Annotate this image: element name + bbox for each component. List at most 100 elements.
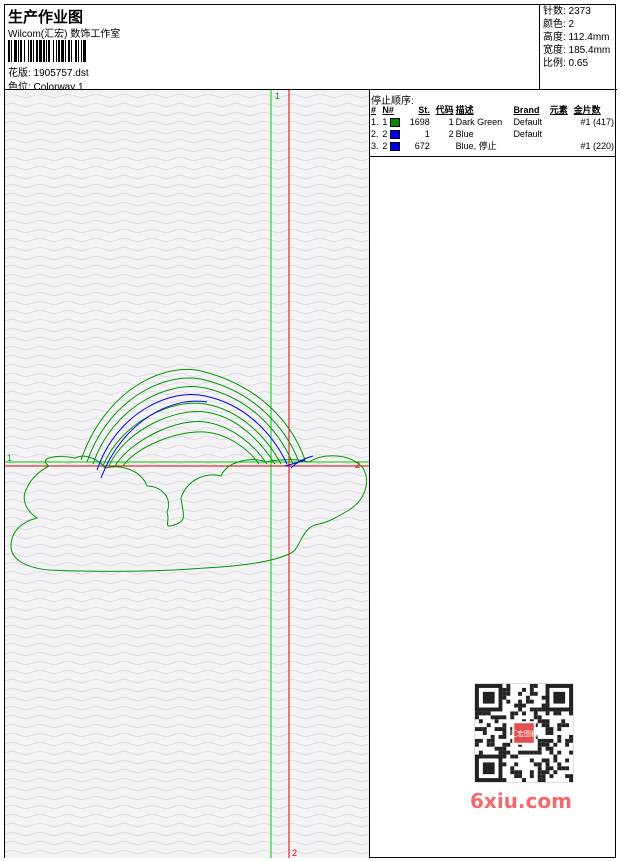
col-sequins: 金片数 [573, 105, 601, 115]
row-desc: Blue [455, 129, 474, 139]
row-code [431, 140, 455, 152]
row-sequins [573, 128, 615, 140]
qr-module [518, 691, 523, 696]
barcode-bar [56, 40, 57, 62]
qr-module [518, 699, 523, 704]
qr-module [490, 715, 495, 720]
qr-module [502, 746, 507, 751]
qr-module [533, 762, 538, 767]
qr-module [545, 723, 550, 728]
row-element [549, 116, 573, 128]
color-swatch [389, 118, 400, 128]
qr-module [486, 742, 491, 747]
qr-module [533, 750, 538, 755]
qr-module [541, 738, 546, 743]
qr-module [541, 719, 546, 724]
qr-module [569, 778, 573, 782]
qr-module [490, 734, 495, 739]
qr-module [537, 707, 542, 712]
barcode-bar [78, 40, 79, 62]
row-index: 3. [371, 141, 379, 151]
barcode-bar [30, 40, 32, 62]
stat-stitches: 针数: 2373 [543, 6, 591, 17]
qr-module [553, 711, 558, 716]
qr-module [529, 774, 534, 779]
qr-module [545, 758, 550, 763]
barcode-bar [8, 40, 10, 62]
col-st: St. [418, 105, 430, 115]
color-swatch [389, 130, 400, 140]
qr-module [553, 742, 558, 747]
qr-module [522, 687, 526, 692]
barcode-bar [36, 40, 38, 62]
qr-module [522, 703, 526, 708]
table-row[interactable]: 3. 2 672 Blue, 停止 #1 (220) [370, 140, 615, 152]
qr-module [486, 711, 491, 716]
row-sequins: #1 (417) [580, 117, 614, 127]
qr-module [490, 738, 495, 743]
qr-module [537, 774, 542, 779]
qr-module [529, 687, 534, 692]
qr-module [506, 687, 511, 692]
qr-module [557, 711, 562, 716]
qr-module [498, 750, 503, 755]
sequence-header-row: # N# St. 代码 描述 Brand 元素 金片数 [370, 104, 615, 116]
fabric-texture [5, 90, 369, 858]
stat-scale: 比例: 0.65 [543, 58, 589, 69]
table-row[interactable]: 2. 2 1 2 Blue Default [370, 128, 615, 140]
table-row[interactable]: 1. 1 1698 1 Dark Green Default #1 (417) [370, 116, 615, 128]
barcode-bar [75, 40, 77, 62]
qr-module [569, 774, 573, 779]
row-sequins: #1 (220) [580, 141, 614, 151]
qr-module [537, 750, 542, 755]
qr-module [506, 742, 511, 747]
barcode [8, 40, 86, 62]
watermark-text: 6xiu.com [470, 789, 572, 813]
qr-module [478, 727, 483, 732]
qr-module [549, 731, 554, 735]
qr-module [549, 738, 554, 743]
qr-module [486, 723, 491, 728]
barcode-bar [58, 40, 60, 62]
barcode-bar [46, 40, 47, 62]
qr-module [557, 727, 562, 732]
qr-module [541, 707, 546, 712]
qr-module [482, 711, 487, 716]
barcode-bar [83, 40, 86, 62]
qr-module [506, 699, 511, 704]
qr-module [475, 711, 479, 716]
qr-module [533, 684, 538, 688]
qr-module [514, 711, 519, 716]
qr-module [537, 719, 542, 724]
qr-module [525, 699, 530, 704]
qr-module [545, 766, 550, 771]
qr-module [561, 766, 566, 771]
qr-module [553, 758, 558, 763]
barcode-bar [24, 40, 25, 62]
qr-module [514, 774, 519, 779]
design-canvas[interactable]: 1 1 2 2 [5, 90, 369, 858]
col-element: 元素 [549, 105, 568, 115]
barcode-bar [53, 40, 54, 62]
qr-module [502, 734, 507, 739]
qr-module [569, 711, 573, 716]
qr-module [549, 727, 554, 732]
stat-width: 宽度: 185.4mm [543, 45, 611, 56]
qr-module [506, 684, 511, 688]
qr-module [502, 723, 507, 728]
row-brand: Default [513, 117, 542, 127]
row-brand: Default [513, 129, 542, 139]
qr-module [533, 707, 538, 712]
row-element [549, 128, 573, 140]
barcode-bar [39, 40, 42, 62]
qr-module [537, 715, 542, 720]
barcode-bar [28, 40, 29, 62]
qr-module [502, 731, 507, 735]
qr-module [478, 711, 483, 716]
qr-module [541, 774, 546, 779]
row-n: 2 [381, 128, 404, 140]
qr-module [475, 715, 479, 720]
qr-module [529, 770, 534, 775]
marker-left: 1 [7, 453, 12, 463]
qr-module [561, 723, 566, 728]
